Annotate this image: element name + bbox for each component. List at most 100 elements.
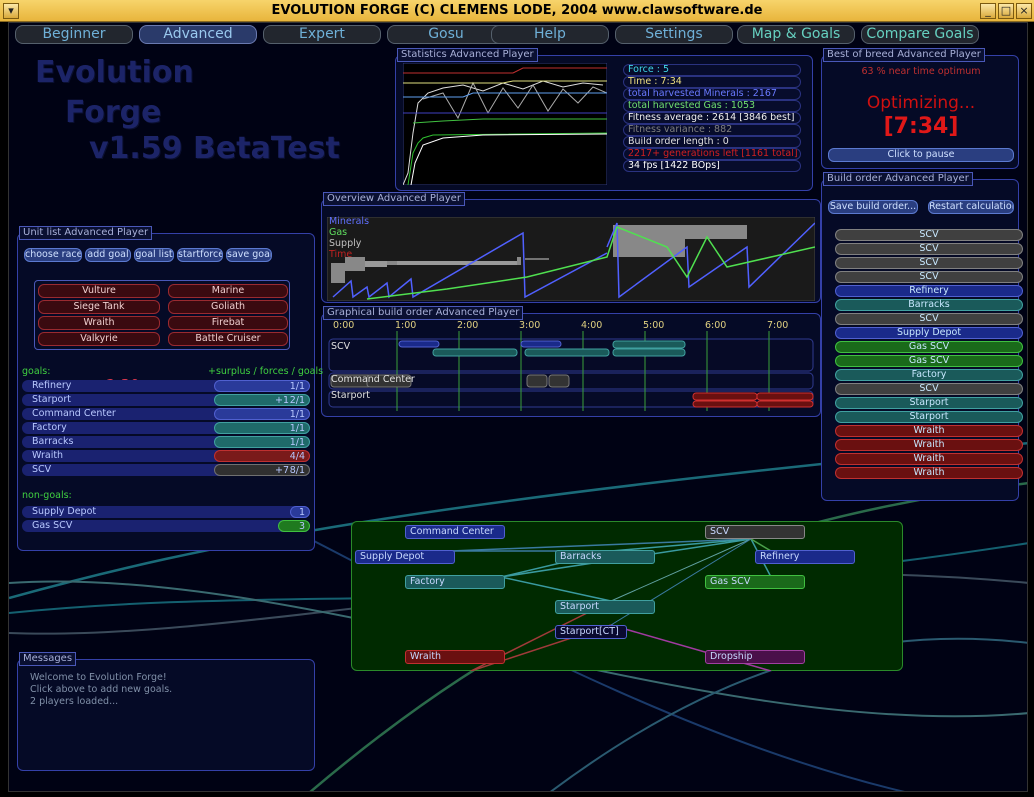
goal-name: Command Center: [32, 408, 116, 419]
bo-item[interactable]: SCV: [835, 243, 1023, 255]
goal-value: 1: [290, 506, 310, 518]
goal-value: 1/1: [214, 408, 310, 420]
bo-item[interactable]: Gas SCV: [835, 341, 1023, 353]
bo-item[interactable]: Refinery: [835, 285, 1023, 297]
lane-command-center: Command Center: [331, 374, 415, 385]
tab-beginner[interactable]: Beginner: [15, 25, 133, 44]
fitness-graph: [403, 63, 607, 185]
bo-item[interactable]: Starport: [835, 397, 1023, 409]
unit-marine[interactable]: Marine: [168, 284, 288, 298]
unit-list-title: Unit list Advanced Player: [19, 226, 153, 240]
logo-line-2: Forge: [65, 95, 162, 130]
stat-force: Force : 5: [623, 64, 801, 76]
bo-item[interactable]: Wraith: [835, 439, 1023, 451]
nongoal-row-gas-scv[interactable]: Gas SCV 3: [22, 520, 310, 532]
bo-item[interactable]: SCV: [835, 313, 1023, 325]
tree-node-gas-scv[interactable]: Gas SCV: [705, 575, 805, 589]
goal-row-wraith[interactable]: Wraith 4/4: [22, 450, 310, 462]
bo-item[interactable]: Gas SCV: [835, 355, 1023, 367]
tab-map-goals[interactable]: Map & Goals: [737, 25, 855, 44]
tab-compare-goals[interactable]: Compare Goals: [861, 25, 979, 44]
logo-line-3: v1.59 BetaTest: [89, 131, 340, 166]
goal-name: Refinery: [32, 380, 72, 391]
bo-item[interactable]: Barracks: [835, 299, 1023, 311]
bo-item[interactable]: SCV: [835, 271, 1023, 283]
tab-help[interactable]: Help: [491, 25, 609, 44]
goal-name: Supply Depot: [32, 506, 97, 517]
choose-race-button[interactable]: choose race: [24, 248, 82, 262]
tab-advanced[interactable]: Advanced: [139, 25, 257, 44]
time-label-2: 2:00: [457, 320, 479, 331]
lane-scv: SCV: [331, 341, 351, 352]
gantt-chart: [328, 331, 814, 411]
pause-button[interactable]: Click to pause: [828, 148, 1014, 162]
goal-row-command-center[interactable]: Command Center 1/1: [22, 408, 310, 420]
logo-line-1: Evolution: [35, 55, 194, 90]
bo-item[interactable]: Wraith: [835, 467, 1023, 479]
tree-node-starport-ct[interactable]: Starport[CT]: [555, 625, 627, 639]
goal-row-barracks[interactable]: Barracks 1/1: [22, 436, 310, 448]
tab-bar: Beginner Advanced Expert Gosu Help Setti…: [15, 25, 1025, 45]
tree-node-factory[interactable]: Factory: [405, 575, 505, 589]
legend-time: Time: [329, 249, 353, 260]
bo-item[interactable]: Supply Depot: [835, 327, 1023, 339]
tree-node-supply-depot[interactable]: Supply Depot: [355, 550, 455, 564]
best-of-breed-panel: Best of breed Advanced Player 63 % near …: [821, 48, 1019, 169]
stat-minerals: total harvested Minerals : 2167: [623, 88, 801, 100]
window-menu-icon[interactable]: ▾: [3, 3, 19, 19]
time-label-0: 0:00: [333, 320, 355, 331]
goal-name: Factory: [32, 422, 67, 433]
tab-expert[interactable]: Expert: [263, 25, 381, 44]
tab-gosu[interactable]: Gosu: [387, 25, 505, 44]
bo-item[interactable]: Wraith: [835, 453, 1023, 465]
unit-firebat[interactable]: Firebat: [168, 316, 288, 330]
unit-wraith[interactable]: Wraith: [38, 316, 160, 330]
unit-valkyrie[interactable]: Valkyrie: [38, 332, 160, 346]
add-goal-button[interactable]: add goal: [85, 248, 131, 262]
goal-name: SCV: [32, 464, 52, 475]
save-goal-button[interactable]: save goal: [226, 248, 272, 262]
build-order-title: Build order Advanced Player: [823, 172, 973, 186]
bo-item[interactable]: SCV: [835, 383, 1023, 395]
goal-row-factory[interactable]: Factory 1/1: [22, 422, 310, 434]
unit-vulture[interactable]: Vulture: [38, 284, 160, 298]
stat-gas: total harvested Gas : 1053: [623, 100, 801, 112]
near-optimum-text: 63 % near time optimum: [861, 66, 981, 77]
minimize-icon[interactable]: _: [980, 3, 996, 19]
goal-row-starport[interactable]: Starport +1 2/1: [22, 394, 310, 406]
goal-row-refinery[interactable]: Refinery 1/1: [22, 380, 310, 392]
stat-fitness-variance: Fitness variance : 882: [623, 124, 801, 136]
unit-battle-cruiser[interactable]: Battle Cruiser: [168, 332, 288, 346]
optimize-time: [7:34]: [883, 114, 959, 139]
bo-item[interactable]: Wraith: [835, 425, 1023, 437]
tab-settings[interactable]: Settings: [615, 25, 733, 44]
maximize-icon[interactable]: □: [998, 3, 1014, 19]
unit-siege-tank[interactable]: Siege Tank: [38, 300, 160, 314]
tree-node-starport[interactable]: Starport: [555, 600, 655, 614]
tree-node-command-center[interactable]: Command Center: [405, 525, 505, 539]
tree-node-wraith[interactable]: Wraith: [405, 650, 505, 664]
close-icon[interactable]: ×: [1016, 3, 1032, 19]
save-build-order-button[interactable]: Save build order...: [828, 200, 918, 214]
message-line: Click above to add new goals.: [30, 684, 173, 695]
goal-name: Wraith: [32, 450, 64, 461]
goal-row-scv[interactable]: SCV +7 8/1: [22, 464, 310, 476]
nongoal-row-supply-depot[interactable]: Supply Depot 1: [22, 506, 310, 518]
bo-item[interactable]: Factory: [835, 369, 1023, 381]
bo-item[interactable]: Starport: [835, 411, 1023, 423]
tree-node-refinery[interactable]: Refinery: [755, 550, 855, 564]
goal-value: +7 8/1: [214, 464, 310, 476]
bo-item[interactable]: SCV: [835, 257, 1023, 269]
bo-item[interactable]: SCV: [835, 229, 1023, 241]
goal-name: Barracks: [32, 436, 74, 447]
tree-node-scv[interactable]: SCV: [705, 525, 805, 539]
unit-goliath[interactable]: Goliath: [168, 300, 288, 314]
startforce-button[interactable]: startforce: [177, 248, 223, 262]
goal-list-button[interactable]: goal list: [134, 248, 174, 262]
lane-starport: Starport: [331, 390, 370, 401]
restart-calculation-button[interactable]: Restart calculation: [928, 200, 1014, 214]
optimizing-text: Optimizing...: [866, 93, 976, 113]
tree-node-barracks[interactable]: Barracks: [555, 550, 655, 564]
statistics-title: Statistics Advanced Player: [397, 48, 538, 62]
tree-node-dropship[interactable]: Dropship: [705, 650, 805, 664]
